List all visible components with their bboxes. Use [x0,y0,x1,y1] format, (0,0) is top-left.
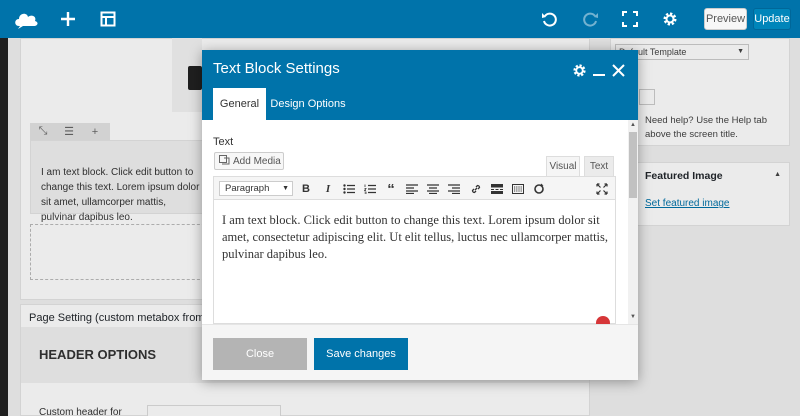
editor-text: I am text block. Click edit button to ch… [222,213,608,261]
chevron-down-icon: ▼ [282,185,289,192]
editor-toolbar: Paragraph ▼ B I “ [213,176,616,200]
text-field-label: Text [213,136,234,148]
bold-icon[interactable]: B [298,181,314,197]
italic-icon[interactable]: I [320,181,336,197]
text-block-settings-modal: Text Block Settings General Design Optio… [202,50,638,380]
preview-button[interactable]: Preview [704,8,747,30]
refresh-icon[interactable] [531,181,547,197]
gear-icon[interactable] [570,61,588,79]
layout-icon[interactable] [96,0,120,38]
close-icon[interactable] [609,61,627,79]
align-center-icon[interactable] [425,181,441,197]
gear-icon[interactable] [659,0,681,38]
tab-visual[interactable]: Visual [546,156,580,176]
align-left-icon[interactable] [404,181,420,197]
tab-design-options[interactable]: Design Options [266,88,350,120]
redo-icon[interactable] [580,0,602,38]
modal-body: Text Add Media Visual Text Paragraph ▼ B … [202,120,638,324]
add-media-label: Add Media [233,155,281,167]
insert-more-icon[interactable] [489,181,505,197]
undo-icon[interactable] [538,0,560,38]
tab-text[interactable]: Text [584,156,614,176]
media-icon [219,154,230,168]
cloud-logo-icon[interactable] [12,0,40,38]
minimize-icon[interactable] [590,61,608,79]
align-right-icon[interactable] [446,181,462,197]
add-media-button[interactable]: Add Media [214,152,284,170]
blockquote-icon[interactable]: “ [383,181,399,198]
scrollbar-thumb[interactable] [629,132,637,198]
editor-content[interactable]: I am text block. Click edit button to ch… [213,200,616,324]
scroll-down-icon[interactable]: ▼ [629,314,637,320]
update-button[interactable]: Update [753,8,791,30]
tab-general[interactable]: General [213,88,266,120]
toolbar-toggle-icon[interactable] [510,181,526,197]
scroll-up-icon[interactable]: ▲ [629,122,637,128]
link-icon[interactable] [468,181,484,197]
format-select[interactable]: Paragraph ▼ [219,181,293,196]
close-button[interactable]: Close [213,338,307,370]
top-toolbar: Preview Update [0,0,800,38]
modal-footer: Close Save changes [202,324,638,380]
modal-header: Text Block Settings General Design Optio… [202,50,638,120]
distraction-free-icon[interactable] [594,181,610,197]
plus-icon[interactable] [56,0,80,38]
spellcheck-indicator-icon[interactable] [596,316,610,324]
modal-title: Text Block Settings [213,60,340,77]
save-changes-button[interactable]: Save changes [314,338,408,370]
fullscreen-icon[interactable] [619,0,641,38]
bullet-list-icon[interactable] [341,181,357,197]
numbered-list-icon[interactable] [362,181,378,197]
